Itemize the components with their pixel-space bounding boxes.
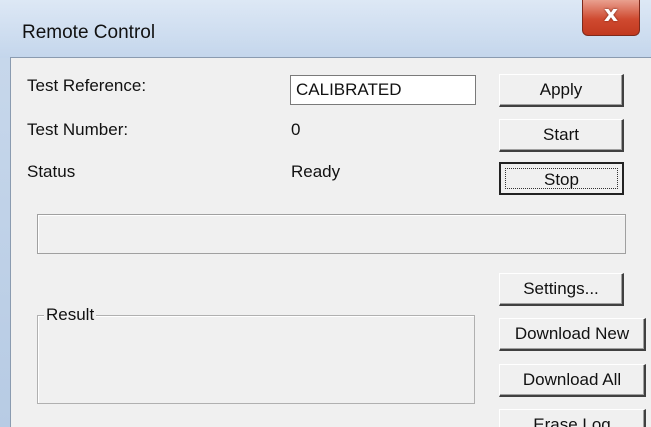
status-value: Ready	[291, 162, 341, 181]
download-all-button[interactable]: Download All	[499, 364, 646, 397]
apply-button[interactable]: Apply	[499, 74, 624, 107]
download-new-button[interactable]: Download New	[499, 318, 646, 351]
title-bar[interactable]: Remote Control x	[0, 0, 651, 58]
close-button[interactable]: x	[582, 0, 640, 36]
window-title: Remote Control	[22, 22, 156, 43]
remote-control-window: Remote Control x Test Reference: Test Nu…	[0, 0, 651, 427]
stop-button-label: Stop	[505, 168, 618, 189]
erase-log-button[interactable]: Erase Log	[499, 409, 646, 427]
dialog-client-area: Test Reference: Test Number: 0 Status Re…	[10, 57, 651, 427]
test-reference-label: Test Reference:	[27, 76, 147, 95]
settings-button[interactable]: Settings...	[499, 273, 624, 306]
status-label: Status	[27, 162, 76, 181]
test-reference-input[interactable]	[290, 75, 476, 105]
test-number-value: 0	[291, 120, 301, 139]
stop-button[interactable]: Stop	[499, 162, 624, 195]
progress-bar	[37, 214, 626, 254]
test-number-label: Test Number:	[27, 120, 129, 139]
close-icon: x	[603, 2, 619, 27]
start-button[interactable]: Start	[499, 119, 624, 152]
result-legend: Result	[44, 305, 97, 325]
result-groupbox: Result	[37, 305, 475, 404]
